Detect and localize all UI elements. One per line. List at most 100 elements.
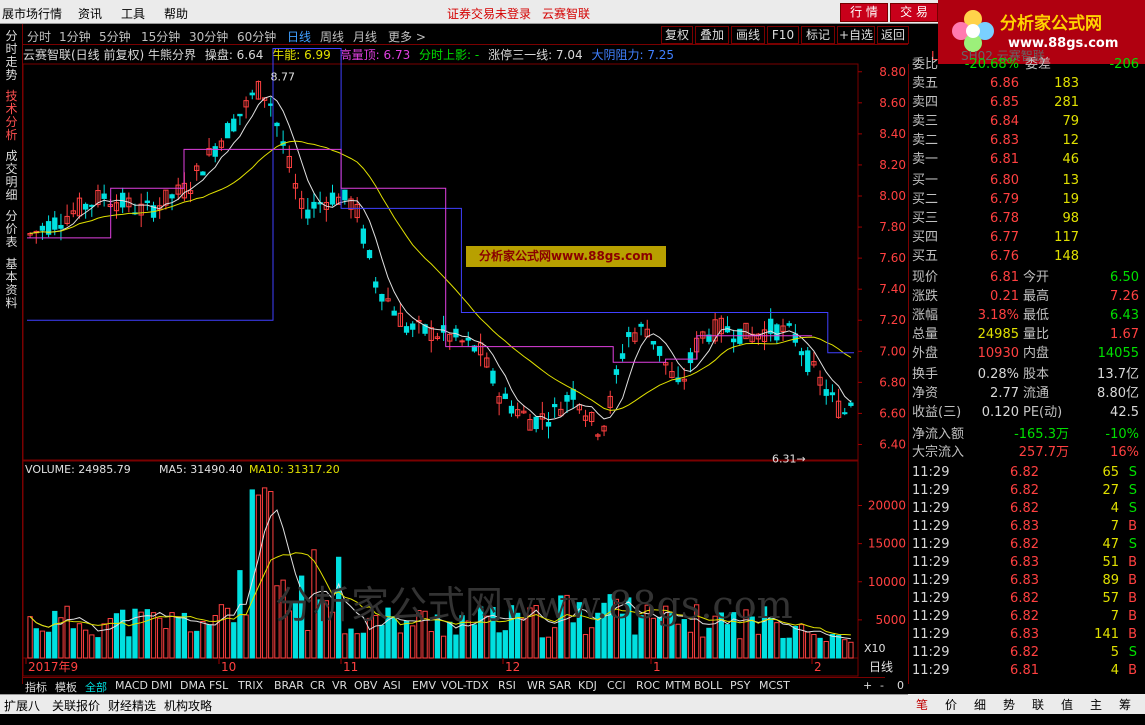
status-finance-picks[interactable]: 财经精选 [108, 697, 156, 714]
stat-row: 总量 24985 量比 1.67 [909, 325, 1145, 344]
stat-value-2: 1.67 [1110, 327, 1139, 342]
volume-bar [589, 627, 595, 659]
ask-row[interactable]: 卖四 6.85 281 [909, 93, 1145, 112]
volume-bar [780, 637, 786, 659]
bid-row[interactable]: 买五 6.76 148 [909, 247, 1145, 266]
indicator-tab[interactable]: VR [332, 679, 347, 692]
zoom-control[interactable]: 0 [897, 679, 904, 692]
indicator-tab[interactable]: RSI [498, 679, 516, 692]
volume-multiplier: X10 [864, 642, 886, 655]
volume-bar [632, 634, 638, 659]
indicator-tab[interactable]: BOLL [694, 679, 722, 692]
trade-time: 11:29 [912, 627, 950, 642]
volume-bar [453, 634, 459, 659]
indicator-tab[interactable]: DMI [151, 679, 172, 692]
stat-label: 总量 [912, 327, 939, 342]
bid-price: 6.79 [990, 192, 1019, 207]
right-tab[interactable]: 价 [941, 696, 961, 713]
ask-volume: 46 [1062, 152, 1079, 167]
indicator-tab[interactable]: BRAR [274, 679, 304, 692]
status-linked-quote[interactable]: 关联报价 [52, 697, 100, 714]
volume-bar [354, 633, 360, 659]
indicator-tab[interactable]: 全部 [85, 679, 107, 695]
indicator-tab[interactable]: WR [527, 679, 546, 692]
indicator-tab[interactable]: KDJ [578, 679, 597, 692]
indicator-tab[interactable]: MTM [665, 679, 691, 692]
right-tab[interactable]: 联 [1028, 696, 1048, 713]
trade-row: 11:29 6.83 51 B [909, 554, 1145, 572]
candle-body [305, 209, 311, 219]
right-tab[interactable]: 筹 [1115, 696, 1135, 713]
trade-row: 11:29 6.82 47 S [909, 536, 1145, 554]
status-ext8[interactable]: 扩展八 [4, 697, 40, 714]
candle-body [465, 337, 471, 341]
zoom-control[interactable]: + [863, 679, 872, 692]
right-tab[interactable]: 主 [1086, 696, 1106, 713]
status-inst-strategy[interactable]: 机构攻略 [164, 697, 212, 714]
indicator-tab[interactable]: ROC [636, 679, 660, 692]
bid-price: 6.80 [990, 173, 1019, 188]
candle-body [656, 346, 663, 356]
trade-side: S [1128, 537, 1137, 552]
indicator-tab[interactable]: MCST [759, 679, 790, 692]
indicator-tab[interactable]: 指标 [25, 679, 47, 695]
low-marker: 6.31→ [772, 452, 806, 465]
ask-row[interactable]: 卖一 6.81 46 [909, 150, 1145, 169]
bid-label: 买三 [912, 211, 939, 226]
trade-row: 11:29 6.82 57 B [909, 590, 1145, 608]
trade-side: S [1128, 465, 1137, 480]
candle-body [268, 103, 274, 106]
indicator-tab[interactable]: CCI [607, 679, 626, 692]
right-tab[interactable]: 笔 [912, 696, 932, 713]
bid-volume: 98 [1062, 211, 1079, 226]
indicator-tab[interactable]: TRIX [238, 679, 263, 692]
candle-body [224, 123, 231, 139]
volume-bar [120, 609, 126, 659]
right-tab[interactable]: 势 [999, 696, 1019, 713]
ask-price: 6.85 [990, 95, 1019, 110]
indicator-tab[interactable]: CR [310, 679, 325, 692]
right-tab[interactable]: 值 [1057, 696, 1077, 713]
ask-row[interactable]: 卖二 6.83 12 [909, 131, 1145, 150]
price-tick-label: 8.80 [879, 65, 906, 79]
candle-body [329, 192, 336, 205]
bid-row[interactable]: 买二 6.79 19 [909, 190, 1145, 209]
bid-row[interactable]: 买一 6.80 13 [909, 171, 1145, 190]
volume-bar [95, 637, 101, 659]
candle-body [200, 171, 206, 176]
volume-bar [687, 631, 694, 659]
stat-value: 0.120 [981, 405, 1019, 420]
volume-bar [805, 631, 811, 659]
ask-label: 卖二 [912, 133, 939, 148]
indicator-tab[interactable]: DMA [180, 679, 206, 692]
price-tick-label: 7.60 [879, 251, 906, 265]
ask-row[interactable]: 卖五 6.86 183 [909, 74, 1145, 93]
right-tab[interactable]: 细 [970, 696, 990, 713]
candle-body [570, 388, 576, 400]
indicator-tab[interactable]: PSY [730, 679, 750, 692]
indicator-tab[interactable]: OBV [354, 679, 377, 692]
trade-volume: 47 [1102, 537, 1119, 552]
candle-body [823, 389, 829, 396]
candle-body [805, 350, 811, 373]
volume-bar [52, 610, 58, 659]
volume-bar [243, 614, 249, 659]
indicator-tab[interactable]: 模板 [55, 679, 77, 695]
trade-volume: 51 [1102, 555, 1119, 570]
bid-row[interactable]: 买三 6.78 98 [909, 209, 1145, 228]
bid-volume: 19 [1062, 192, 1079, 207]
ask-row[interactable]: 卖三 6.84 79 [909, 112, 1145, 131]
indicator-tab[interactable]: MACD [115, 679, 148, 692]
volume-bar [82, 629, 89, 659]
indicator-tab[interactable]: SAR [549, 679, 571, 692]
indicator-tab[interactable]: ASI [383, 679, 401, 692]
indicator-tab[interactable]: FSL [209, 679, 228, 692]
indicator-tab[interactable]: EMV [412, 679, 436, 692]
trade-side: B [1128, 591, 1137, 606]
bid-row[interactable]: 买四 6.77 117 [909, 228, 1145, 247]
zoom-control[interactable]: - [880, 679, 884, 692]
indicator-tab[interactable]: VOL-TDX [441, 679, 489, 692]
ask-price: 6.81 [990, 152, 1019, 167]
trade-price: 6.83 [1010, 627, 1039, 642]
bid-label: 买一 [912, 173, 939, 188]
